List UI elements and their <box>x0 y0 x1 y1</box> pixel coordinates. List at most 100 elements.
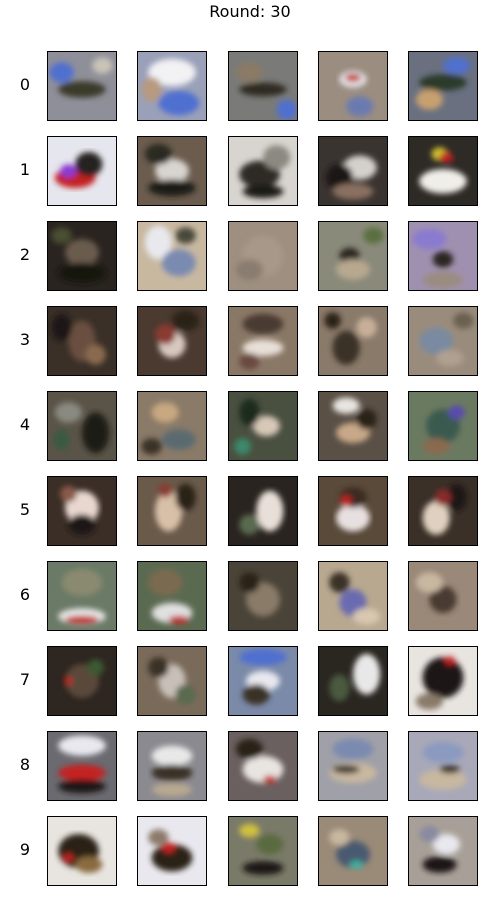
sample-image <box>318 476 388 546</box>
sample-image-graphic <box>48 732 116 800</box>
sample-image-graphic <box>138 222 206 290</box>
sample-image <box>47 221 117 291</box>
sample-image <box>47 306 117 376</box>
row-label: 6 <box>19 585 31 604</box>
sample-image-graphic <box>138 137 206 205</box>
sample-image-graphic <box>229 307 297 375</box>
sample-image-graphic <box>48 817 116 885</box>
sample-image <box>408 51 478 121</box>
sample-image-graphic <box>409 732 477 800</box>
sample-image-graphic <box>319 732 387 800</box>
sample-image-graphic <box>138 307 206 375</box>
sample-image <box>47 816 117 886</box>
sample-image-graphic <box>409 647 477 715</box>
sample-image-graphic <box>409 307 477 375</box>
sample-image-graphic <box>138 817 206 885</box>
sample-image-graphic <box>229 817 297 885</box>
sample-image <box>228 391 298 461</box>
sample-image <box>318 731 388 801</box>
sample-image-graphic <box>319 562 387 630</box>
sample-image <box>228 306 298 376</box>
sample-image <box>47 646 117 716</box>
sample-image-graphic <box>229 222 297 290</box>
sample-image <box>137 731 207 801</box>
sample-image <box>137 816 207 886</box>
sample-image-graphic <box>48 52 116 120</box>
sample-image-graphic <box>229 562 297 630</box>
sample-image <box>137 476 207 546</box>
sample-image-graphic <box>48 647 116 715</box>
sample-image-graphic <box>229 52 297 120</box>
row-label: 0 <box>19 75 31 94</box>
sample-image-graphic <box>138 647 206 715</box>
sample-image <box>228 561 298 631</box>
sample-image <box>318 391 388 461</box>
sample-image <box>228 816 298 886</box>
sample-image <box>408 391 478 461</box>
sample-image-graphic <box>229 392 297 460</box>
sample-image-graphic <box>319 307 387 375</box>
sample-image-graphic <box>319 392 387 460</box>
sample-image-graphic <box>229 732 297 800</box>
sample-image <box>137 391 207 461</box>
sample-image <box>318 816 388 886</box>
sample-image-graphic <box>409 562 477 630</box>
sample-image <box>408 136 478 206</box>
sample-image <box>47 731 117 801</box>
sample-image-graphic <box>409 222 477 290</box>
sample-image-graphic <box>138 392 206 460</box>
sample-image-graphic <box>138 52 206 120</box>
sample-image-graphic <box>138 562 206 630</box>
row-label: 2 <box>19 245 31 264</box>
sample-image-graphic <box>229 137 297 205</box>
sample-image-graphic <box>319 647 387 715</box>
sample-image <box>137 136 207 206</box>
sample-image-graphic <box>48 562 116 630</box>
sample-image <box>47 391 117 461</box>
sample-image-graphic <box>319 137 387 205</box>
sample-image <box>408 561 478 631</box>
sample-image <box>408 221 478 291</box>
row-label: 3 <box>19 330 31 349</box>
row-label: 7 <box>19 670 31 689</box>
sample-image <box>228 221 298 291</box>
sample-image <box>408 306 478 376</box>
sample-image-graphic <box>319 817 387 885</box>
sample-image-graphic <box>48 307 116 375</box>
sample-image <box>318 561 388 631</box>
sample-image-graphic <box>48 392 116 460</box>
sample-image <box>137 646 207 716</box>
row-label: 9 <box>19 840 31 859</box>
sample-image <box>137 221 207 291</box>
sample-image <box>228 136 298 206</box>
row-label: 4 <box>19 415 31 434</box>
sample-image-graphic <box>48 137 116 205</box>
sample-image <box>47 51 117 121</box>
row-label: 5 <box>19 500 31 519</box>
sample-image <box>228 731 298 801</box>
sample-image <box>228 51 298 121</box>
sample-image-graphic <box>229 477 297 545</box>
sample-image <box>47 476 117 546</box>
sample-image <box>408 476 478 546</box>
sample-image <box>318 646 388 716</box>
sample-image <box>318 306 388 376</box>
sample-image <box>137 561 207 631</box>
sample-image-graphic <box>409 817 477 885</box>
sample-image-graphic <box>409 137 477 205</box>
sample-image <box>318 51 388 121</box>
sample-image <box>408 731 478 801</box>
sample-image-graphic <box>48 477 116 545</box>
sample-image-graphic <box>319 222 387 290</box>
sample-image-graphic <box>409 52 477 120</box>
sample-image <box>228 476 298 546</box>
sample-image <box>47 561 117 631</box>
figure-title: Round: 30 <box>209 2 291 21</box>
sample-image-graphic <box>319 477 387 545</box>
sample-image <box>408 816 478 886</box>
sample-image <box>137 51 207 121</box>
row-label: 8 <box>19 755 31 774</box>
sample-image <box>318 221 388 291</box>
sample-image <box>318 136 388 206</box>
sample-image-graphic <box>409 392 477 460</box>
